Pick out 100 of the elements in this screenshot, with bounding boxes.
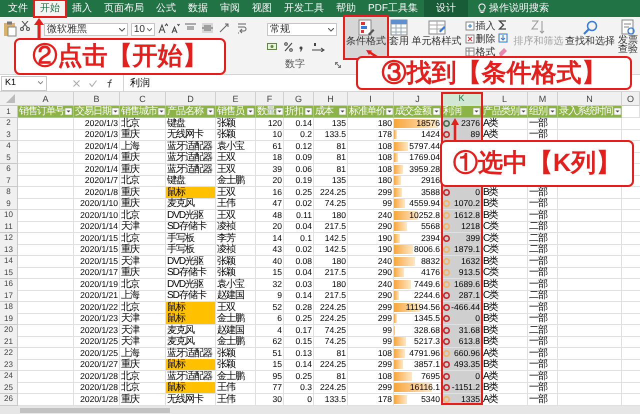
scissors-icon[interactable] — [20, 21, 30, 31]
cell-text: 北京 — [121, 370, 140, 382]
cell-text: -466.44 — [451, 302, 480, 312]
cell-text: 15 — [272, 267, 282, 278]
invoice-check-button[interactable]: 发票 查验 — [616, 17, 640, 54]
cell-text: B类 — [483, 359, 499, 370]
cell-text: 0.13 — [295, 348, 312, 358]
ribbon-tab[interactable]: 设计 — [424, 0, 468, 17]
shrink-font-icon[interactable] — [170, 23, 180, 34]
cell-text: 李芳 — [217, 232, 236, 244]
ribbon-tab[interactable]: 开发工具 — [278, 0, 330, 17]
cell-text: 赵建国 — [217, 324, 245, 336]
ribbon-tab[interactable]: 文件 — [2, 0, 34, 17]
search-field[interactable]: 操作说明搜索 — [489, 1, 569, 16]
align-middle-icon[interactable] — [202, 23, 214, 33]
currency-icon[interactable] — [267, 42, 280, 52]
cell-text: 王双 — [217, 164, 236, 174]
cell-text: 10252.8 — [409, 210, 440, 220]
name-box[interactable]: K1 — [1, 76, 47, 90]
ribbon-tab[interactable]: 数据 — [182, 0, 214, 17]
filter-button[interactable] — [112, 108, 119, 115]
table-cell: DVD光驱 — [166, 278, 216, 290]
table-format-button[interactable]: 套用 — [386, 17, 411, 58]
ribbon-tab[interactable]: 审阅 — [214, 0, 246, 17]
cell-text: 0.08 — [295, 256, 312, 266]
filter-button[interactable] — [65, 108, 72, 115]
filter-button[interactable] — [207, 108, 214, 115]
cell-text: 0.04 — [295, 221, 312, 232]
table-cell: 蓝牙适配器 — [166, 152, 216, 164]
cell-text: 16116.1 — [410, 382, 440, 393]
filter-button[interactable] — [276, 108, 283, 115]
orientation-icon[interactable] — [219, 23, 232, 33]
function-icon[interactable] — [106, 78, 115, 88]
conditional-format-button[interactable]: 条件格式 — [344, 17, 387, 58]
grow-font-icon[interactable] — [158, 23, 168, 34]
decimal-icon[interactable] — [311, 42, 326, 52]
wrap-text-icon[interactable] — [237, 23, 248, 34]
filter-button[interactable] — [247, 108, 254, 115]
cell-text: 40 — [272, 256, 282, 266]
ribbon-tab[interactable]: 公式 — [150, 0, 182, 17]
cell-text: C类 — [483, 244, 500, 255]
percent-icon[interactable] — [284, 42, 294, 52]
cell-text: 袁小宝 — [217, 278, 245, 290]
cell-text: 18576 — [416, 118, 440, 128]
cell-text: 北京 — [121, 382, 140, 393]
ribbon-tab[interactable]: 插入 — [66, 0, 98, 17]
find-select-button[interactable]: 查找和选择 — [564, 17, 616, 47]
cell-styles-button[interactable]: 单元格样式 — [410, 17, 463, 58]
autosum-icon[interactable] — [498, 20, 508, 30]
filter-button[interactable] — [305, 108, 312, 115]
cell-text: 8832 — [421, 256, 440, 266]
filter-button[interactable] — [614, 108, 621, 115]
ribbon-tab[interactable]: 开始 — [34, 0, 66, 17]
filter-button[interactable] — [520, 108, 527, 115]
cell-text: A类 — [483, 129, 499, 140]
filter-button[interactable] — [473, 108, 480, 115]
cell-text: 1879.1 — [454, 244, 480, 255]
filter-button[interactable] — [386, 108, 393, 115]
font-name-dropdown[interactable]: 微软雅黑 — [44, 23, 128, 36]
cell-text: 金士鹏 — [217, 313, 245, 324]
cell-text: 99 — [382, 198, 392, 209]
cell-text: 2020/1/28 — [80, 382, 118, 393]
paste-icon[interactable] — [3, 21, 17, 37]
cell-text: 一部 — [529, 348, 548, 358]
cell-text: 重庆 — [121, 164, 140, 174]
cell-text: 北京 — [121, 302, 140, 312]
cell-text: 81 — [336, 152, 346, 163]
cell-text: 天津 — [121, 313, 140, 324]
number-format-dropdown[interactable]: 常规 — [267, 23, 338, 36]
cell-text: C类 — [483, 232, 500, 244]
dialog-launcher-icon[interactable] — [334, 62, 341, 68]
filter-button[interactable] — [549, 108, 556, 115]
filter-button[interactable] — [433, 108, 440, 115]
cell-text: 重庆 — [121, 198, 140, 209]
cells-icon — [464, 47, 475, 57]
cell-text: 5568 — [421, 221, 440, 232]
cell-text: 天津 — [121, 221, 140, 232]
cell-text: 2020/1/23 — [80, 324, 118, 336]
ribbon-tab[interactable]: PDF工具集 — [362, 0, 424, 17]
cell-text: 0.1 — [300, 232, 312, 244]
cell-text: 135 — [332, 118, 346, 128]
filter-button[interactable] — [339, 108, 346, 115]
ribbon-tab[interactable]: 视图 — [246, 0, 278, 17]
cell-text: 217.5 — [324, 221, 346, 232]
fill-down-icon[interactable] — [498, 33, 508, 43]
delete-cells-button[interactable]: 删除 — [464, 33, 498, 45]
cell-text: 1070.2 — [454, 198, 480, 209]
font-size-dropdown[interactable]: 10 — [130, 23, 155, 36]
cell-text: B类 — [483, 324, 499, 336]
cell-text: C类 — [483, 290, 500, 301]
cell-text: 299 — [378, 382, 392, 393]
cell-text: 上海 — [121, 140, 140, 152]
filter-button[interactable] — [158, 108, 165, 115]
cell-text: B类 — [483, 382, 499, 393]
insert-cells-button[interactable]: 插入 — [464, 20, 498, 32]
cells-icon — [464, 21, 475, 31]
cell-text: 133.5 — [324, 394, 346, 404]
ribbon-tab[interactable]: 页面布局 — [98, 0, 150, 17]
ribbon-tab[interactable]: 帮助 — [330, 0, 362, 17]
cell-text: 0 — [475, 186, 480, 198]
